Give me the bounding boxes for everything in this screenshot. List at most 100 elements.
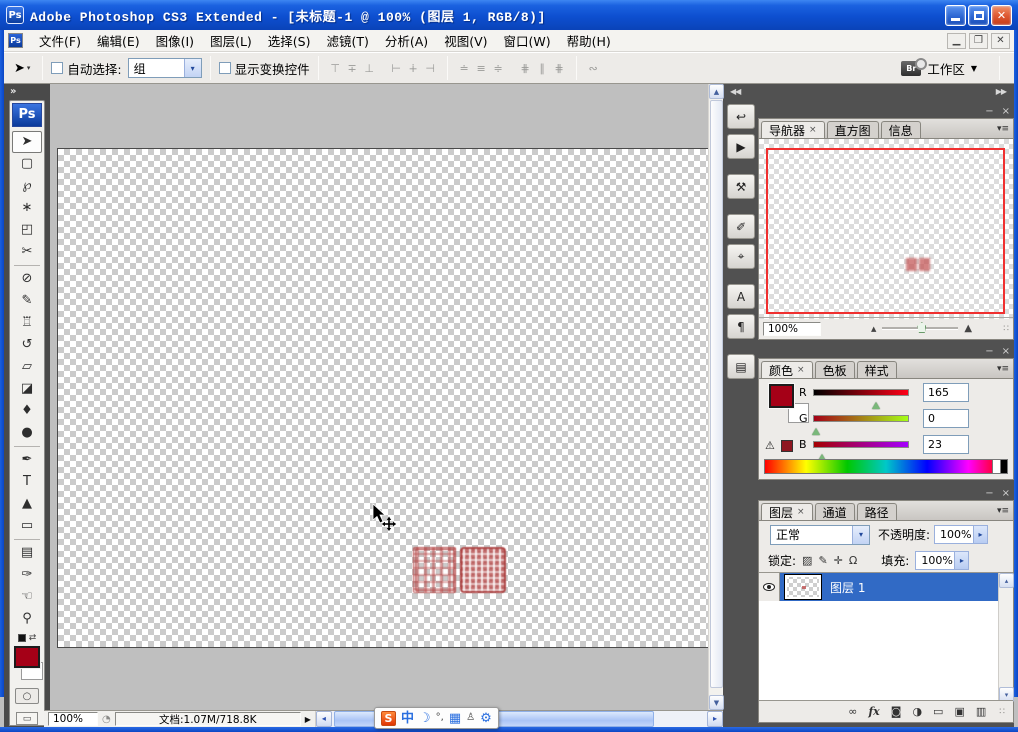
foreground-color-swatch[interactable] <box>14 646 40 668</box>
panel-close-icon[interactable]: × <box>1002 106 1010 117</box>
pen-tool[interactable]: ✒ <box>12 449 42 471</box>
zoom-out-icon[interactable]: ▲ <box>871 325 876 333</box>
magic-wand-tool[interactable]: ∗ <box>12 197 42 219</box>
distribute-top-edges-button[interactable]: ≐ <box>456 59 473 77</box>
scroll-down-button[interactable]: ▼ <box>709 695 724 710</box>
blend-mode-dropdown[interactable]: 正常 ▾ <box>770 525 870 545</box>
align-right-edges-button[interactable]: ⊣ <box>422 59 439 77</box>
tab-info[interactable]: 信息 <box>881 121 921 138</box>
navigator-zoom-field[interactable]: 100% <box>763 322 821 336</box>
screen-mode-button[interactable]: ▭ <box>16 712 38 725</box>
lock-all-icon[interactable]: Ω <box>849 554 857 567</box>
layer-row-selected[interactable]: 图层 1 <box>759 573 998 601</box>
minimize-button[interactable] <box>945 5 966 26</box>
visibility-toggle[interactable] <box>759 573 780 601</box>
paragraph-panel-icon[interactable]: ¶ <box>727 314 755 339</box>
red-slider[interactable] <box>813 389 909 396</box>
menu-file[interactable]: 文件(F) <box>31 29 89 52</box>
tab-histogram[interactable]: 直方图 <box>827 121 879 138</box>
fill-field[interactable]: 100% ▸ <box>915 551 969 570</box>
skin-icon[interactable]: ♙ <box>466 713 475 723</box>
move-tool[interactable]: ➤ <box>12 131 42 153</box>
default-colors-icon[interactable] <box>18 634 26 642</box>
panel-close-icon[interactable]: × <box>1002 488 1010 499</box>
align-top-edges-button[interactable]: ⊤ <box>327 59 344 77</box>
layer-style-icon[interactable]: fx <box>868 705 879 718</box>
bridge-icon[interactable]: Br <box>901 61 921 76</box>
workspace-button[interactable]: 工作区 <box>927 59 965 78</box>
menu-image[interactable]: 图像(I) <box>148 29 202 52</box>
distribute-left-edges-button[interactable]: ⋕ <box>517 59 534 77</box>
panel-menu-icon[interactable]: ▾≡ <box>997 506 1011 516</box>
settings-icon[interactable]: ⚙ <box>480 712 492 725</box>
title-bar[interactable]: Ps Adobe Photoshop CS3 Extended - [未标题-1… <box>0 0 1018 30</box>
menu-edit[interactable]: 编辑(E) <box>89 29 148 52</box>
delete-layer-icon[interactable]: ▥ <box>976 705 986 718</box>
menu-layer[interactable]: 图层(L) <box>202 29 260 52</box>
zoom-level-field[interactable]: 100% <box>48 712 98 726</box>
panel-minimize-icon[interactable]: − <box>985 106 993 117</box>
spinner-arrow-icon[interactable]: ▸ <box>954 552 968 569</box>
menu-view[interactable]: 视图(V) <box>436 29 495 52</box>
clone-stamp-tool[interactable]: ♖ <box>12 312 42 334</box>
panel-close-icon[interactable]: × <box>1002 346 1010 357</box>
zoom-tool[interactable]: ⚲ <box>12 608 42 630</box>
panel-minimize-icon[interactable]: − <box>985 488 993 499</box>
red-slider-thumb[interactable] <box>872 398 880 409</box>
blue-value-field[interactable]: 23 <box>923 435 969 454</box>
tab-color[interactable]: 颜色 × <box>761 361 813 378</box>
blur-tool[interactable]: ♦ <box>12 400 42 422</box>
color-spectrum-ramp[interactable] <box>764 459 1008 474</box>
layer-mask-icon[interactable]: ◙ <box>891 705 902 718</box>
navigator-proxy-preview[interactable] <box>759 139 1013 319</box>
align-bottom-edges-button[interactable]: ⊥ <box>361 59 378 77</box>
resize-grip-icon[interactable]: ∷ <box>999 707 1005 717</box>
shape-tool[interactable]: ▭ <box>12 515 42 537</box>
eyedropper-tool[interactable]: ✑ <box>12 564 42 586</box>
healing-brush-tool[interactable]: ⊘ <box>12 268 42 290</box>
toolbox-collapse-chevron[interactable]: » <box>4 84 50 97</box>
navigator-view-box[interactable] <box>766 148 1005 314</box>
opacity-field[interactable]: 100% ▸ <box>934 525 988 544</box>
tab-channels[interactable]: 通道 <box>815 503 855 520</box>
combo-arrow-icon[interactable]: ▾ <box>852 526 869 544</box>
align-left-edges-button[interactable]: ⊢ <box>388 59 405 77</box>
distribute-bottom-edges-button[interactable]: ≑ <box>490 59 507 77</box>
doc-close-button[interactable]: ✕ <box>991 33 1010 49</box>
ime-language-bar[interactable]: S 中 ☽ °, ▦ ♙ ⚙ <box>374 707 499 729</box>
tab-navigator[interactable]: 导航器 × <box>761 121 825 138</box>
layer-comps-panel-icon[interactable]: ▤ <box>727 354 755 379</box>
dodge-tool[interactable]: ● <box>12 422 42 444</box>
canvas-transparent[interactable] <box>57 148 708 648</box>
layer-thumbnail[interactable] <box>784 574 822 600</box>
tab-close-icon[interactable]: × <box>809 125 817 135</box>
new-group-icon[interactable]: ▭ <box>933 705 943 718</box>
foreground-color-swatch[interactable] <box>769 384 794 408</box>
spinner-arrow-icon[interactable]: ▸ <box>973 526 987 543</box>
scroll-up-button[interactable]: ▴ <box>999 573 1014 588</box>
dock-collapse-left-chevron[interactable]: ◀◀ <box>730 87 740 96</box>
align-horizontal-centers-button[interactable]: ∔ <box>405 59 422 77</box>
show-transform-checkbox[interactable] <box>219 62 231 74</box>
rect-marquee-tool[interactable]: ▢ <box>12 153 42 175</box>
swap-colors-icon[interactable]: ⇄ <box>29 633 37 643</box>
notes-tool[interactable]: ▤ <box>12 542 42 564</box>
auto-align-layers-button[interactable]: ∾ <box>585 59 602 77</box>
red-value-field[interactable]: 165 <box>923 383 969 402</box>
tab-styles[interactable]: 样式 <box>857 361 897 378</box>
green-slider[interactable] <box>813 415 909 422</box>
tab-layers[interactable]: 图层 × <box>761 503 813 520</box>
vertical-scrollbar[interactable]: ▲ ▼ <box>708 84 723 710</box>
close-button[interactable]: ✕ <box>991 5 1012 26</box>
tab-swatches[interactable]: 色板 <box>815 361 855 378</box>
punctuation-icon[interactable]: °, <box>436 713 444 723</box>
distribute-right-edges-button[interactable]: ⋕ <box>551 59 568 77</box>
link-layers-icon[interactable]: ∞ <box>848 705 857 718</box>
lock-transparent-icon[interactable]: ▨ <box>802 554 812 567</box>
lock-pixels-icon[interactable]: ✎ <box>818 554 827 567</box>
history-brush-tool[interactable]: ↺ <box>12 334 42 356</box>
soft-keyboard-icon[interactable]: ▦ <box>449 712 461 725</box>
navigator-zoom-slider[interactable] <box>882 327 958 330</box>
history-panel-icon[interactable]: ↩ <box>727 104 755 129</box>
actions-panel-icon[interactable]: ▶ <box>727 134 755 159</box>
